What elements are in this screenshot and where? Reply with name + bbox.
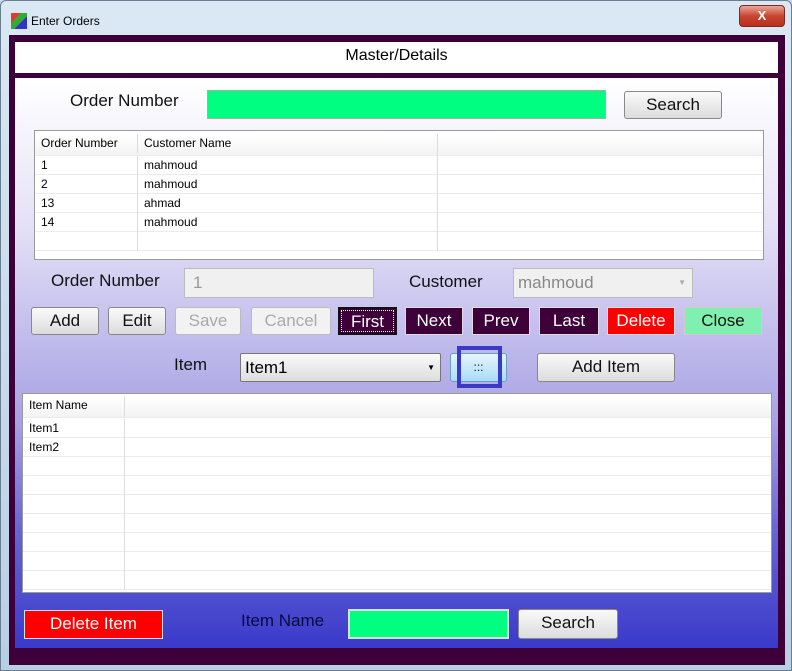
table-row[interactable]: 2 mahmoud (35, 175, 763, 194)
order-number-search-input[interactable] (207, 90, 606, 119)
order-number-field[interactable] (184, 268, 374, 298)
add-button[interactable]: Add (31, 307, 99, 335)
table-cell (23, 476, 124, 495)
table-header: Item Name (23, 396, 771, 418)
window: Enter Orders X Master/Details Order Numb… (0, 0, 792, 671)
item-label: Item (174, 355, 208, 374)
table-cell (23, 571, 124, 590)
orders-table[interactable]: Order Number Customer Name 1 mahmoud 2 mahm… (34, 130, 764, 260)
table-cell (23, 495, 124, 514)
add-item-button[interactable]: Add Item (537, 353, 675, 382)
window-title: Enter Orders (31, 14, 100, 28)
table-cell-empty (437, 213, 763, 232)
table-cell: mahmoud (137, 156, 437, 175)
item-select-value: Item1 (245, 358, 288, 377)
table-cell-empty (124, 457, 771, 476)
table-cell-empty (124, 476, 771, 495)
last-button[interactable]: Last (539, 307, 599, 335)
table-header: Order Number Customer Name (35, 134, 763, 156)
page-title: Master/Details (15, 42, 778, 73)
item-name-input[interactable] (348, 609, 509, 639)
table-row[interactable]: 1 mahmoud (35, 156, 763, 175)
delete-item-button[interactable]: Delete Item (24, 610, 163, 639)
table-cell (137, 232, 437, 251)
table-row[interactable] (23, 495, 771, 514)
chevron-down-icon: ▼ (678, 278, 686, 287)
table-row[interactable]: Item1 (23, 419, 771, 438)
table-cell: Item1 (29, 421, 60, 435)
table-cell: mahmoud (137, 175, 437, 194)
customer-value: mahmoud (518, 273, 594, 292)
table-row[interactable]: Item2 (23, 438, 771, 457)
table-row[interactable] (23, 476, 771, 495)
order-number-label: Order Number (51, 271, 160, 290)
item-name-label: Item Name (241, 611, 325, 630)
window-close-button[interactable]: X (739, 5, 785, 27)
focus-highlight (457, 346, 502, 388)
table-cell: 2 (41, 177, 48, 191)
table-cell: 13 (41, 196, 55, 210)
column-header-empty (124, 396, 771, 418)
table-cell (23, 514, 124, 533)
column-header-order-number[interactable]: Order Number (35, 134, 137, 153)
table-row[interactable]: 13 ahmad (35, 194, 763, 213)
customer-label: Customer (409, 272, 483, 291)
table-row[interactable]: 14 mahmoud (35, 213, 763, 232)
table-cell-empty (124, 552, 771, 571)
table-cell: 1 (41, 158, 48, 172)
cancel-button[interactable]: Cancel (251, 307, 331, 335)
column-header-customer-name[interactable]: Customer Name (137, 134, 437, 153)
app-icon (11, 13, 27, 29)
table-cell-empty (124, 438, 771, 457)
table-cell-empty (437, 194, 763, 213)
table-cell-empty (124, 533, 771, 552)
table-cell: Item2 (29, 440, 60, 454)
table-cell-empty (124, 571, 771, 590)
item-search-button[interactable]: Search (518, 609, 618, 639)
prev-button[interactable]: Prev (472, 307, 530, 335)
table-cell-empty (437, 156, 763, 175)
table-cell (23, 457, 124, 476)
table-cell (35, 232, 137, 251)
edit-button[interactable]: Edit (108, 307, 166, 335)
table-cell: 14 (41, 215, 55, 229)
next-button[interactable]: Next (405, 307, 463, 335)
table-cell-empty (124, 419, 771, 438)
table-row[interactable] (23, 552, 771, 571)
table-cell (23, 533, 124, 552)
customer-select[interactable]: mahmoud ▼ (513, 268, 693, 298)
table-row[interactable] (23, 514, 771, 533)
table-row[interactable] (23, 533, 771, 552)
chevron-down-icon: ▼ (427, 363, 435, 372)
table-cell-empty (437, 232, 763, 251)
order-number-search-label: Order Number (70, 91, 179, 110)
column-header-empty (437, 134, 763, 156)
column-header-item-name[interactable]: Item Name (23, 396, 124, 415)
table-cell: ahmad (137, 194, 437, 213)
table-cell-empty (124, 514, 771, 533)
first-button[interactable]: First (338, 307, 397, 335)
table-cell-empty (124, 495, 771, 514)
table-row[interactable] (23, 571, 771, 590)
table-cell-empty (437, 175, 763, 194)
table-row[interactable] (23, 457, 771, 476)
search-button[interactable]: Search (624, 91, 722, 119)
item-select[interactable]: Item1 ▼ (240, 353, 441, 382)
table-row[interactable] (35, 232, 763, 251)
table-cell: mahmoud (137, 213, 437, 232)
table-cell (23, 552, 124, 571)
close-button[interactable]: Close (684, 307, 762, 335)
save-button[interactable]: Save (175, 307, 241, 335)
delete-button[interactable]: Delete (607, 307, 675, 335)
items-table[interactable]: Item Name Item1 Item2 (22, 393, 772, 593)
